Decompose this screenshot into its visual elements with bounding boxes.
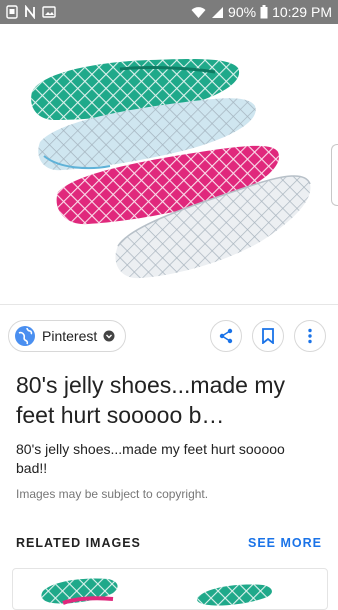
related-images-header: RELATED IMAGES	[16, 536, 141, 550]
signal-icon	[210, 6, 224, 19]
related-images-strip[interactable]	[12, 568, 328, 610]
globe-icon	[15, 326, 35, 346]
see-more-link[interactable]: SEE MORE	[248, 536, 322, 550]
status-bar: 90% 10:29 PM	[0, 0, 338, 24]
jelly-shoes-image	[31, 58, 311, 279]
gallery-notification-icon	[42, 5, 56, 19]
system-indicators: 90% 10:29 PM	[191, 4, 332, 20]
source-chip[interactable]: Pinterest	[8, 320, 127, 352]
save-button[interactable]	[252, 320, 284, 352]
related-thumbnail-2[interactable]	[197, 584, 272, 606]
related-image-thumbnails	[41, 578, 272, 606]
image-preview[interactable]	[0, 24, 338, 304]
image-title[interactable]: 80's jelly shoes...made my feet hurt soo…	[16, 370, 322, 430]
copyright-notice: Images may be subject to copyright.	[16, 487, 209, 501]
share-button[interactable]	[210, 320, 242, 352]
notification-app-icon	[6, 5, 18, 19]
battery-icon	[260, 5, 268, 19]
dropdown-badge-icon	[103, 330, 115, 342]
battery-percent: 90%	[228, 4, 257, 20]
more-vert-icon	[308, 328, 312, 344]
side-panel-handle[interactable]	[331, 144, 338, 206]
wifi-icon	[191, 6, 206, 19]
divider	[0, 304, 338, 305]
notification-icons	[6, 5, 56, 19]
share-icon	[219, 328, 233, 344]
n-notification-icon	[24, 5, 36, 19]
source-name: Pinterest	[42, 328, 98, 344]
bookmark-icon	[262, 328, 274, 344]
image-description: 80's jelly shoes...made my feet hurt soo…	[16, 441, 285, 476]
clock: 10:29 PM	[272, 4, 332, 20]
more-options-button[interactable]	[294, 320, 326, 352]
